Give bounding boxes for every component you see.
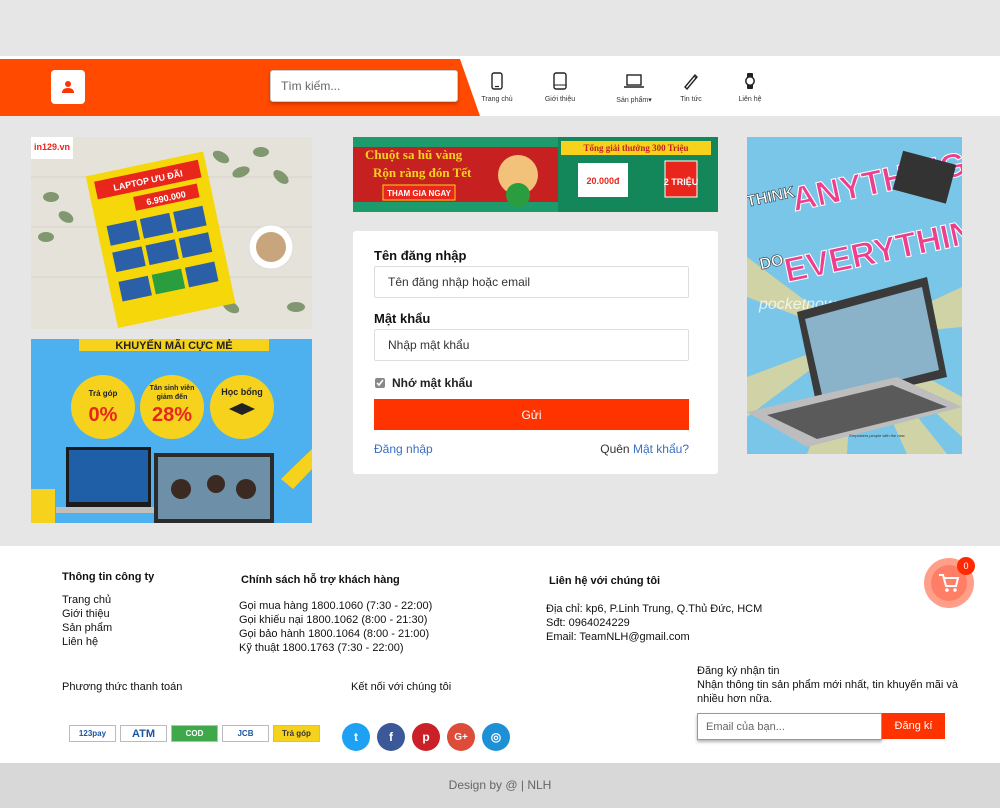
nav-item-products[interactable]: Sản phẩm▾ (604, 70, 664, 104)
remember-me[interactable]: Nhớ mật khẩu (375, 376, 473, 390)
svg-text:Tổng giải thưởng 300 Triệu: Tổng giải thưởng 300 Triệu (583, 143, 688, 153)
nav-label: Giới thiệu (544, 96, 576, 103)
svg-text:KHUYẾN MÃI CỰC MẺ: KHUYẾN MÃI CỰC MẺ (115, 339, 232, 352)
newsletter-email-input[interactable] (697, 713, 882, 740)
credit-text: Design by @ | NLH (448, 778, 552, 792)
svg-text:28%: 28% (152, 404, 192, 426)
nav-item-home[interactable]: Trang chủ (467, 70, 527, 103)
nav-label: Sản phẩm▾ (616, 97, 652, 104)
svg-text:2 TRIỆU: 2 TRIỆU (664, 176, 699, 187)
cart-count-badge: 0 (957, 557, 975, 575)
payment-title: Phương thức thanh toán (62, 681, 183, 693)
laptop-icon (624, 74, 644, 88)
nav-label: Trang chủ (481, 96, 513, 103)
instagram-icon[interactable]: ◎ (482, 723, 510, 751)
laptop-promo-image: LAPTOP ƯU ĐÃI 6.990.000 in129.vn (31, 137, 312, 329)
nav-item-about[interactable]: Giới thiệu (530, 70, 590, 103)
contact-line: Sđt: 0964024229 (546, 617, 630, 629)
student-promo-banner[interactable]: KHUYẾN MÃI CỰC MẺ Trả góp 0% Tân sinh vi… (31, 339, 312, 523)
footer-link-products[interactable]: Sản phẩm (62, 621, 112, 635)
username-label: Tên đăng nhập (374, 248, 467, 263)
user-button[interactable] (51, 70, 85, 104)
password-field[interactable] (374, 329, 689, 361)
social-links: t f p G+ ◎ (342, 723, 510, 751)
company-title: Thông tin công ty (62, 571, 155, 583)
login-link[interactable]: Đăng nhập (374, 442, 433, 456)
social-title: Kết nối với chúng tôi (351, 681, 452, 693)
forgot-password: Quên Mật khẩu? (600, 442, 689, 456)
footer-link-about[interactable]: Giới thiệu (62, 607, 112, 621)
pen-icon (684, 73, 698, 90)
contact-title: Liên hệ với chúng tôi (549, 575, 661, 587)
svg-text:in129.vn: in129.vn (34, 142, 70, 152)
support-line: Gọi mua hàng 1800.1060 (7:30 - 22:00) (239, 600, 433, 612)
svg-text:Trả góp: Trả góp (89, 389, 118, 398)
header: Trang chủ Giới thiệu Sản phẩm▾ Tin tức L… (0, 56, 1000, 116)
pinterest-icon[interactable]: p (412, 723, 440, 751)
forgot-password-link[interactable]: Mật khẩu? (633, 442, 689, 456)
svg-text:Học bổng: Học bổng (221, 387, 263, 397)
remember-checkbox[interactable] (375, 378, 385, 388)
laptop-promo-banner[interactable]: LAPTOP ƯU ĐÃI 6.990.000 in129.vn (31, 137, 312, 329)
svg-text:0%: 0% (89, 404, 118, 426)
forgot-prefix: Quên (600, 442, 630, 456)
facebook-icon[interactable]: f (377, 723, 405, 751)
remember-label: Nhớ mật khẩu (392, 376, 473, 390)
svg-text:giảm đến: giảm đến (157, 393, 188, 401)
support-line: Gọi khiếu nại 1800.1062 (8:00 - 21:30) (239, 614, 428, 626)
watch-icon (745, 73, 755, 89)
chevron-down-icon: ▾ (648, 97, 652, 104)
phone-icon (491, 72, 503, 90)
sony-promo-banner[interactable]: THINK ANYTHING DO EVERYTHING. pocketnow.… (747, 137, 962, 454)
svg-text:Tân sinh viên: Tân sinh viên (150, 385, 195, 392)
login-form: Tên đăng nhập Mật khẩu Nhớ mật khẩu Gửi … (353, 231, 718, 474)
payment-installment-icon: Trả góp (273, 725, 320, 742)
cart-icon (939, 574, 960, 592)
credit-bar: Design by @ | NLH (0, 763, 1000, 808)
contact-line: Địa chỉ: kp6, P.Linh Trung, Q.Thủ Đức, H… (546, 603, 763, 615)
payment-123pay-icon: 123pay (69, 725, 116, 742)
payment-atm-icon: ATM (120, 725, 167, 742)
svg-text:Rộn ràng đón Tết: Rộn ràng đón Tết (373, 165, 472, 180)
search-input[interactable] (270, 70, 458, 102)
contact-lines: Địa chỉ: kp6, P.Linh Trung, Q.Thủ Đức, H… (546, 602, 762, 644)
nav-item-contact[interactable]: Liên hệ (720, 70, 780, 103)
tet-promo-image: Chuột sa hũ vàng Rộn ràng đón Tết THAM G… (353, 137, 718, 212)
footer-link-contact[interactable]: Liên hệ (62, 635, 112, 649)
sony-promo-image: THINK ANYTHING DO EVERYTHING. pocketnow.… (747, 137, 962, 454)
tablet-icon (553, 72, 567, 90)
contact-line: Email: TeamNLH@gmail.com (546, 631, 690, 643)
svg-text:Chuột sa hũ vàng: Chuột sa hũ vàng (365, 147, 463, 162)
support-line: Gọi bảo hành 1800.1064 (8:00 - 21:00) (239, 628, 430, 640)
svg-text:20.000đ: 20.000đ (586, 176, 620, 186)
company-links: Trang chủ Giới thiệu Sản phẩm Liên hệ (62, 593, 112, 649)
payment-jcb-icon: JCB (222, 725, 269, 742)
svg-text:THAM GIA NGAY: THAM GIA NGAY (387, 189, 452, 198)
payment-methods: 123pay ATM COD JCB Trả góp (69, 725, 320, 742)
username-field[interactable] (374, 266, 689, 298)
support-lines: Gọi mua hàng 1800.1060 (7:30 - 22:00) Gọ… (239, 599, 432, 655)
newsletter-text: Nhận thông tin sản phẩm mới nhất, tin kh… (697, 679, 958, 705)
nav-item-news[interactable]: Tin tức (661, 70, 721, 103)
support-title: Chính sách hỗ trợ khách hàng (241, 574, 400, 586)
google-plus-icon[interactable]: G+ (447, 723, 475, 751)
payment-cod-icon: COD (171, 725, 218, 742)
user-icon (62, 81, 74, 93)
newsletter-title: Đăng ký nhận tin (697, 665, 780, 677)
support-line: Kỹ thuật 1800.1763 (7:30 - 22:00) (239, 642, 404, 654)
footer-link-home[interactable]: Trang chủ (62, 593, 112, 607)
svg-text:Empowers people with the new: Empowers people with the new (849, 433, 904, 438)
tet-promo-banner[interactable]: Chuột sa hũ vàng Rộn ràng đón Tết THAM G… (353, 137, 718, 212)
twitter-icon[interactable]: t (342, 723, 370, 751)
password-label: Mật khẩu (374, 311, 431, 326)
nav-label: Tin tức (680, 96, 702, 103)
submit-button[interactable]: Gửi (374, 399, 689, 430)
student-promo-image: KHUYẾN MÃI CỰC MẺ Trả góp 0% Tân sinh vi… (31, 339, 312, 523)
newsletter-signup-button[interactable]: Đăng kí (882, 713, 945, 739)
nav-label: Liên hệ (738, 96, 762, 103)
footer: Thông tin công ty Trang chủ Giới thiệu S… (0, 546, 1000, 763)
